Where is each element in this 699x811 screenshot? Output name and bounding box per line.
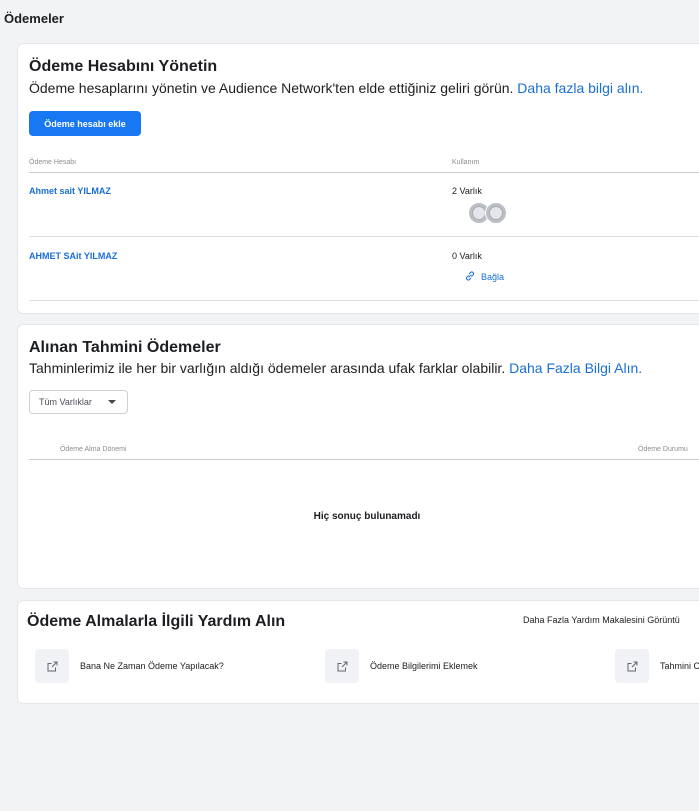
- help-item-estimated[interactable]: Tahmini C: [615, 649, 699, 683]
- account-link-2[interactable]: AHMET SAit YILMAZ: [29, 251, 117, 261]
- estimated-subtitle-text: Tahminlerimiz ile her bir varlığın aldığ…: [29, 360, 506, 376]
- help-more-link[interactable]: Daha Fazla Yardım Makalesini Görüntü: [523, 615, 680, 625]
- col-header-status: Ödeme Durumu: [638, 446, 688, 453]
- add-payment-account-button[interactable]: Ödeme hesabı ekle: [29, 111, 141, 136]
- help-item-label: Tahmini C: [660, 661, 699, 671]
- help-item-label: Bana Ne Zaman Ödeme Yapılacak?: [80, 661, 224, 671]
- asset-filter-value: Tüm Varlıklar: [39, 397, 92, 407]
- link-icon: [464, 270, 476, 284]
- external-link-icon: [615, 649, 649, 683]
- manage-learn-more-link[interactable]: Daha fazla bilgi alın.: [517, 80, 643, 96]
- help-item-add-payment-info[interactable]: Ödeme Bilgilerimi Eklemek: [325, 649, 478, 683]
- help-item-label: Ödeme Bilgilerimi Eklemek: [370, 661, 478, 671]
- manage-subtitle-text: Ödeme hesaplarını yönetin ve Audience Ne…: [29, 80, 514, 96]
- chevron-down-icon: [108, 400, 116, 404]
- usage-count-1: 2 Varlık: [452, 186, 482, 196]
- header-divider: [29, 459, 699, 460]
- estimated-learn-more-link[interactable]: Daha Fazla Bilgi Alın.: [509, 360, 642, 376]
- estimated-subtitle: Tahminlerimiz ile her bir varlığın aldığ…: [29, 360, 642, 376]
- external-link-icon: [325, 649, 359, 683]
- connect-label: Bağla: [481, 272, 505, 282]
- col-header-usage: Kullanım: [452, 159, 480, 166]
- page-title: Ödemeler: [4, 11, 64, 26]
- connect-link[interactable]: Bağla: [464, 270, 504, 284]
- help-item-payment-time[interactable]: Bana Ne Zaman Ödeme Yapılacak?: [35, 649, 224, 683]
- usage-count-2: 0 Varlık: [452, 251, 482, 261]
- asset-avatars: [468, 202, 514, 226]
- manage-title: Ödeme Hesabını Yönetin: [29, 58, 218, 75]
- help-title: Ödeme Almalarla İlgili Yardım Alın: [27, 613, 286, 630]
- col-header-account: Ödeme Hesabı: [29, 159, 77, 166]
- col-header-period: Ödeme Alma Dönemi: [60, 446, 127, 453]
- empty-state: Hiç sonuç bulunamadı: [313, 511, 421, 522]
- row-divider: [29, 300, 699, 301]
- estimated-title: Alınan Tahmini Ödemeler: [29, 339, 221, 356]
- header-divider: [29, 172, 699, 173]
- row-divider: [29, 236, 699, 237]
- external-link-icon: [35, 649, 69, 683]
- manage-accounts-card: Ödeme Hesabını Yönetin Ödeme hesaplarını…: [17, 43, 699, 314]
- account-link-1[interactable]: Ahmet sait YILMAZ: [29, 186, 111, 196]
- asset-filter-dropdown[interactable]: Tüm Varlıklar: [29, 390, 128, 414]
- estimated-payments-card: Alınan Tahmini Ödemeler Tahminlerimiz il…: [17, 324, 699, 589]
- asset-avatar: [485, 202, 507, 224]
- manage-subtitle: Ödeme hesaplarını yönetin ve Audience Ne…: [29, 80, 643, 96]
- help-card: Ödeme Almalarla İlgili Yardım Alın Daha …: [17, 600, 699, 704]
